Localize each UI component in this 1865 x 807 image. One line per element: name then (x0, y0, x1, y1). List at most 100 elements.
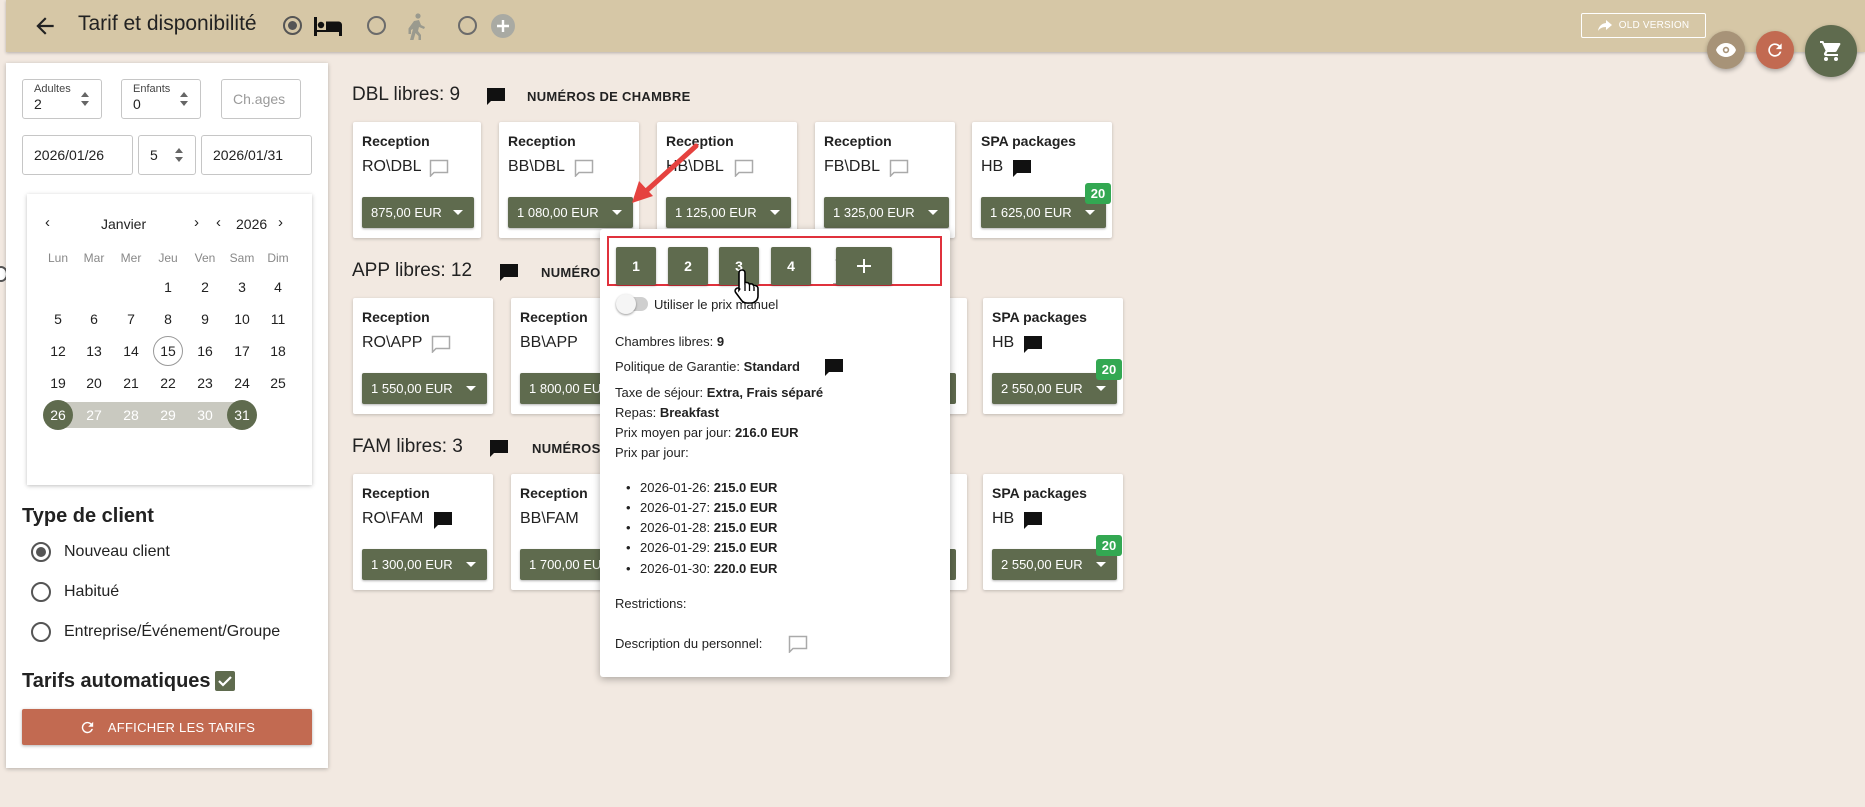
room-title-dbl: DBL libres: 9 (352, 84, 461, 105)
calendar-day[interactable]: 12 (43, 336, 73, 366)
calendar-day[interactable]: 26 (43, 400, 73, 430)
add-circle-icon[interactable] (490, 13, 516, 39)
price-button[interactable]: 1 080,00 EUR (508, 197, 633, 228)
back-arrow-icon[interactable] (32, 13, 58, 39)
show-rates-button[interactable]: AFFICHER LES TARIFS (22, 709, 312, 745)
radio-button[interactable] (31, 542, 51, 562)
note-filled-icon[interactable] (433, 511, 453, 529)
price-button[interactable]: 1 550,00 EUR (362, 373, 487, 404)
calendar-day[interactable]: 16 (190, 336, 220, 366)
date-from-field[interactable]: 2026/01/26 (22, 135, 133, 175)
comment-icon[interactable] (486, 87, 506, 105)
note-outline-icon[interactable] (788, 635, 808, 653)
radio-button[interactable] (31, 582, 51, 602)
preview-button[interactable] (1707, 31, 1745, 69)
refresh-button[interactable] (1756, 31, 1794, 69)
nights-field[interactable]: 5 (138, 135, 196, 175)
calendar-day[interactable]: 1 (153, 272, 183, 302)
client-option-new[interactable]: Nouveau client (31, 542, 170, 562)
calendar-day[interactable]: 4 (263, 272, 293, 302)
add-to-cart-button[interactable] (836, 247, 892, 285)
adults-stepper[interactable] (79, 92, 91, 106)
calendar-day[interactable]: 27 (79, 400, 109, 430)
client-option-label: Nouveau client (64, 543, 170, 560)
mode-radio-extra[interactable] (458, 16, 477, 35)
plus-icon (857, 259, 871, 273)
room-numbers-button[interactable]: NUMÉRO (541, 265, 601, 280)
note-outline-icon[interactable] (431, 335, 451, 353)
comment-icon[interactable] (499, 263, 519, 281)
prev-year-icon[interactable]: ‹ (216, 214, 221, 231)
calendar-day[interactable]: 29 (153, 400, 183, 430)
nights-value: 5 (150, 147, 158, 163)
rate-code: HB (981, 158, 1004, 175)
client-option-regular[interactable]: Habitué (31, 582, 119, 602)
manual-price-toggle[interactable] (616, 294, 648, 314)
rate-card: Reception RO\DBL 875,00 EUR (353, 122, 481, 238)
quantity-selector-highlight: 1 2 3 4 7 (607, 236, 942, 286)
calendar-day[interactable]: 31 (227, 400, 257, 430)
calendar-day[interactable]: 7 (116, 304, 146, 334)
calendar-day[interactable]: 13 (79, 336, 109, 366)
room-numbers-button[interactable]: NUMÉROS (532, 441, 601, 456)
note-outline-icon[interactable] (574, 159, 594, 177)
comment-icon[interactable] (489, 439, 509, 457)
calendar-day[interactable]: 9 (190, 304, 220, 334)
note-filled-icon[interactable] (1012, 159, 1032, 177)
dropdown-caret-icon (1096, 562, 1106, 567)
cart-button[interactable] (1805, 25, 1857, 77)
next-year-icon[interactable]: › (278, 214, 283, 231)
calendar-day[interactable]: 15 (153, 336, 183, 366)
free-rooms-value: 9 (716, 334, 725, 349)
calendar-day[interactable]: 11 (263, 304, 293, 334)
child-ages-field[interactable]: Ch.ages (221, 79, 301, 119)
date-to-field[interactable]: 2026/01/31 (201, 135, 312, 175)
note-outline-icon[interactable] (734, 159, 754, 177)
adults-label: Adultes (34, 83, 71, 95)
children-stepper[interactable] (178, 92, 190, 106)
calendar-day[interactable]: 30 (190, 400, 220, 430)
next-month-icon[interactable]: › (194, 214, 199, 231)
old-version-button[interactable]: OLD VERSION (1581, 13, 1706, 38)
calendar-day[interactable]: 8 (153, 304, 183, 334)
calendar-day[interactable]: 5 (43, 304, 73, 334)
calendar-day[interactable]: 23 (190, 368, 220, 398)
prev-month-icon[interactable]: ‹ (45, 214, 50, 231)
children-field[interactable]: Enfants 0 (121, 79, 201, 119)
nights-stepper[interactable] (173, 148, 185, 162)
calendar-day[interactable]: 24 (227, 368, 257, 398)
mode-radio-room[interactable] (283, 16, 302, 35)
radio-button[interactable] (31, 622, 51, 642)
auto-rates-checkbox[interactable] (215, 671, 235, 691)
rate-details-popup: 1 2 3 4 7 Utiliser le prix manuel Chambr… (600, 229, 950, 677)
calendar-day[interactable]: 21 (116, 368, 146, 398)
daily-date: 2026-01-29: (640, 540, 711, 555)
mode-radio-activity[interactable] (367, 16, 386, 35)
price-button[interactable]: 1 325,00 EUR (824, 197, 949, 228)
calendar-day[interactable]: 14 (116, 336, 146, 366)
qty-button-1[interactable]: 1 (616, 247, 656, 285)
price-button[interactable]: 1 300,00 EUR (362, 549, 487, 580)
calendar-day[interactable]: 22 (153, 368, 183, 398)
note-outline-icon[interactable] (429, 159, 449, 177)
calendar-day[interactable]: 10 (227, 304, 257, 334)
note-outline-icon[interactable] (889, 159, 909, 177)
room-numbers-button[interactable]: NUMÉROS DE CHAMBRE (527, 89, 691, 104)
adults-field[interactable]: Adultes 2 (22, 79, 102, 119)
calendar-day[interactable]: 18 (263, 336, 293, 366)
note-filled-icon[interactable] (1023, 511, 1043, 529)
calendar-day[interactable]: 20 (79, 368, 109, 398)
qty-button-2[interactable]: 2 (668, 247, 708, 285)
calendar-day[interactable]: 28 (116, 400, 146, 430)
comment-icon[interactable] (824, 358, 844, 376)
client-option-company[interactable]: Entreprise/Événement/Groupe (31, 622, 280, 642)
calendar-day[interactable]: 19 (43, 368, 73, 398)
calendar-day[interactable]: 2 (190, 272, 220, 302)
note-filled-icon[interactable] (1023, 335, 1043, 353)
calendar-day[interactable]: 3 (227, 272, 257, 302)
calendar-day[interactable]: 25 (263, 368, 293, 398)
price-button[interactable]: 875,00 EUR (362, 197, 474, 228)
calendar-day[interactable]: 6 (79, 304, 109, 334)
calendar-day[interactable]: 17 (227, 336, 257, 366)
qty-button-4[interactable]: 4 (771, 247, 811, 285)
